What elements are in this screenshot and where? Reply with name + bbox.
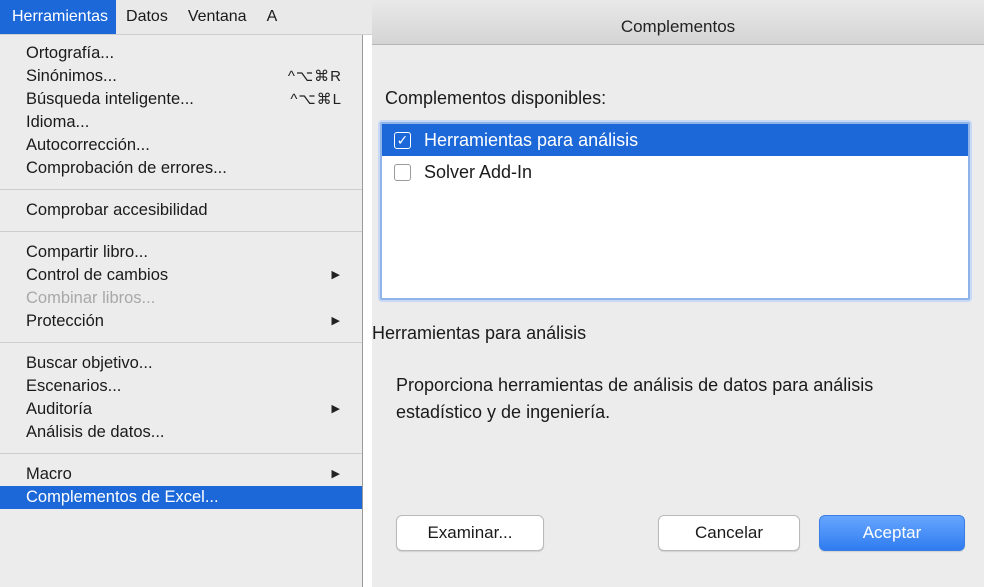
- menu-item-label: Auditoría: [26, 400, 93, 418]
- menu-item-escenarios[interactable]: Escenarios...: [0, 375, 362, 398]
- menu-separator: [0, 189, 362, 190]
- menu-item-comprobar-accesibilidad[interactable]: Comprobar accesibilidad: [0, 199, 362, 222]
- browse-button[interactable]: Examinar...: [396, 515, 544, 551]
- list-item-label: Herramientas para análisis: [424, 129, 639, 150]
- menu-item-busqueda-inteligente[interactable]: Búsqueda inteligente... ^⌥⌘L: [0, 88, 362, 111]
- menu-item-auditoria[interactable]: Auditoría ▶: [0, 398, 362, 421]
- menu-item-label: Macro: [26, 465, 72, 483]
- menu-item-label: Ortografía...: [26, 44, 115, 62]
- submenu-arrow-icon: ▶: [331, 269, 340, 281]
- menu-item-comprobacion-errores[interactable]: Comprobación de errores...: [0, 157, 362, 180]
- menu-item-combinar-libros: Combinar libros...: [0, 287, 362, 310]
- list-item-solver[interactable]: Solver Add-In: [382, 156, 968, 188]
- dialog-titlebar: Complementos: [372, 0, 984, 45]
- description-title: Herramientas para análisis: [372, 323, 586, 344]
- menu-truncated[interactable]: A: [257, 0, 288, 34]
- submenu-arrow-icon: ▶: [331, 468, 340, 480]
- menu-item-complementos-excel[interactable]: Complementos de Excel...: [0, 486, 362, 509]
- ok-button[interactable]: Aceptar: [819, 515, 965, 551]
- submenu-arrow-icon: ▶: [331, 403, 340, 415]
- menu-item-macro[interactable]: Macro ▶: [0, 463, 362, 486]
- submenu-arrow-icon: ▶: [331, 315, 340, 327]
- menu-item-label: Combinar libros...: [26, 289, 156, 307]
- menu-item-ortografia[interactable]: Ortografía...: [0, 42, 362, 65]
- menu-item-label: Escenarios...: [26, 377, 122, 395]
- menu-item-label: Análisis de datos...: [26, 423, 165, 441]
- menu-separator: [0, 342, 362, 343]
- tools-menu-dropdown: Ortografía... Sinónimos... ^⌥⌘R Búsqueda …: [0, 35, 363, 587]
- menu-ventana[interactable]: Ventana: [178, 0, 257, 34]
- shortcut-text: ^⌥⌘L: [290, 91, 342, 108]
- menu-item-sinonimos[interactable]: Sinónimos... ^⌥⌘R: [0, 65, 362, 88]
- menu-bar: Herramientas Datos Ventana A: [0, 0, 372, 35]
- menu-item-proteccion[interactable]: Protección ▶: [0, 310, 362, 333]
- menu-item-analisis-datos[interactable]: Análisis de datos...: [0, 421, 362, 444]
- addins-dialog: Complementos Complementos disponibles: ✓…: [372, 0, 984, 587]
- menu-item-label: Buscar objetivo...: [26, 354, 153, 372]
- menu-item-buscar-objetivo[interactable]: Buscar objetivo...: [0, 352, 362, 375]
- description-title-text: Herramientas para análisis: [372, 323, 587, 343]
- menu-item-label: Idioma...: [26, 113, 90, 131]
- list-item-label: Solver Add-In: [424, 161, 533, 182]
- menu-item-label: Comprobar accesibilidad: [26, 201, 208, 219]
- addins-list[interactable]: ✓ Herramientas para análisis Solver Add-…: [380, 122, 970, 300]
- menu-separator: [0, 231, 362, 232]
- menu-datos[interactable]: Datos: [116, 0, 178, 34]
- menu-item-label: Protección: [26, 312, 104, 330]
- shortcut-text: ^⌥⌘R: [287, 68, 342, 85]
- description-text: Proporciona herramientas de análisis de …: [396, 375, 874, 422]
- menu-item-compartir-libro[interactable]: Compartir libro...: [0, 241, 362, 264]
- menu-item-label: Búsqueda inteligente...: [26, 90, 194, 108]
- menu-item-control-cambios[interactable]: Control de cambios ▶: [0, 264, 362, 287]
- menu-item-label: Sinónimos...: [26, 67, 117, 85]
- cancel-button[interactable]: Cancelar: [658, 515, 800, 551]
- checkbox-checked[interactable]: ✓: [394, 131, 411, 149]
- menu-item-label: Compartir libro...: [26, 243, 148, 261]
- menu-item-label: Comprobación de errores...: [26, 159, 227, 177]
- menu-item-label: Control de cambios: [26, 266, 169, 284]
- menu-item-idioma[interactable]: Idioma...: [0, 111, 362, 134]
- menu-item-label: Autocorrección...: [26, 136, 150, 154]
- dialog-title: Complementos: [620, 17, 736, 36]
- menu-item-label: Complementos de Excel...: [26, 488, 219, 506]
- menu-separator: [0, 453, 362, 454]
- menu-herramientas[interactable]: Herramientas: [0, 0, 117, 34]
- checkbox-unchecked[interactable]: [394, 163, 411, 181]
- available-addins-label: Complementos disponibles:: [385, 88, 607, 108]
- list-item-analysis-toolpak[interactable]: ✓ Herramientas para análisis: [382, 124, 968, 156]
- menu-item-autocorreccion[interactable]: Autocorrección...: [0, 134, 362, 157]
